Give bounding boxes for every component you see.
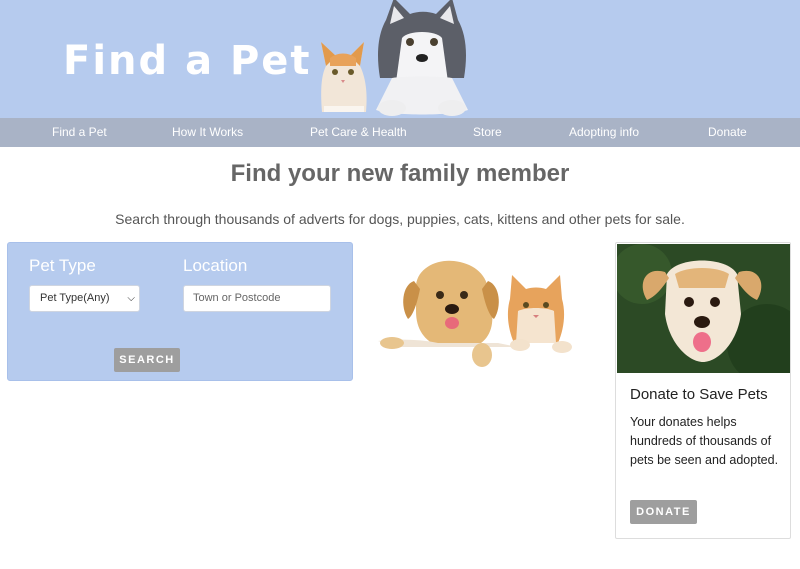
pet-type-select[interactable]: Pet Type(Any) ⌵ <box>29 285 140 312</box>
header-banner: Find a Pet <box>0 0 800 118</box>
nav-item-adopting-info[interactable]: Adopting info <box>569 118 639 147</box>
nav-item-find-a-pet[interactable]: Find a Pet <box>52 118 107 147</box>
location-label: Location <box>183 256 248 275</box>
page-title: Find your new family member <box>230 160 570 187</box>
pet-type-selected-value: Pet Type(Any) <box>40 292 110 304</box>
husky-image <box>376 0 468 116</box>
nav-item-store[interactable]: Store <box>473 118 502 147</box>
donate-card: Donate to Save Pets Your donates helps h… <box>615 242 791 539</box>
puppy-photo <box>617 244 790 373</box>
puppy-and-cat-image <box>378 260 572 367</box>
kitten-image <box>321 42 367 112</box>
location-placeholder: Town or Postcode <box>193 292 281 304</box>
nav-item-pet-care-health[interactable]: Pet Care & Health <box>310 118 407 147</box>
donate-button[interactable]: DONATE <box>630 500 697 524</box>
donate-title: Donate to Save Pets <box>630 386 768 403</box>
nav-item-donate[interactable]: Donate <box>708 118 747 147</box>
main-nav: Find a Pet How It Works Pet Care & Healt… <box>0 118 800 147</box>
location-input[interactable]: Town or Postcode <box>183 285 331 312</box>
site-logo[interactable]: Find a Pet <box>63 38 312 84</box>
nav-item-how-it-works[interactable]: How It Works <box>172 118 243 147</box>
donate-description: Your donates helps hundreds of thousands… <box>630 415 779 467</box>
search-button[interactable]: SEARCH <box>114 348 180 372</box>
pet-type-label: Pet Type <box>29 256 96 275</box>
chevron-down-icon: ⌵ <box>127 293 135 304</box>
page-subtitle: Search through thousands of adverts for … <box>115 211 685 227</box>
search-panel: Pet Type Location Pet Type(Any) ⌵ Town o… <box>7 242 353 381</box>
